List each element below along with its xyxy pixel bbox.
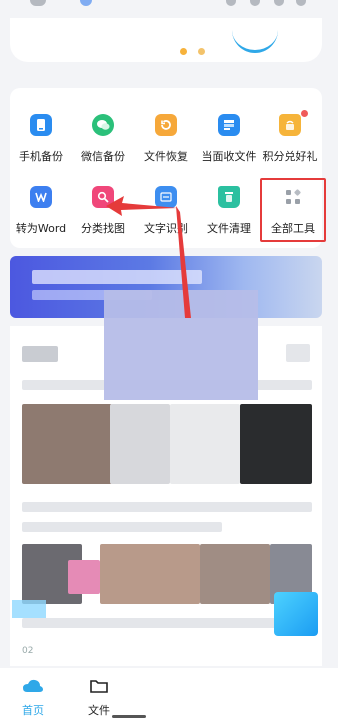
status-indicator xyxy=(80,0,92,6)
file-restore-icon xyxy=(155,114,177,136)
storage-ring-graphic xyxy=(232,28,278,53)
tool-label: 微信备份 xyxy=(81,150,125,163)
feed-avatar-placeholder xyxy=(22,346,58,362)
feed-text-placeholder xyxy=(22,502,312,512)
word-convert-icon xyxy=(30,186,52,208)
status-icon xyxy=(250,0,260,6)
feed-placeholder xyxy=(286,344,310,362)
status-bar xyxy=(0,0,338,12)
ocr-icon xyxy=(155,186,177,208)
feed-image-placeholder xyxy=(68,560,100,594)
nav-files[interactable]: 文件 xyxy=(74,678,124,718)
receive-file-icon xyxy=(218,114,240,136)
notification-dot xyxy=(301,110,308,117)
highlight-box xyxy=(260,178,326,242)
gift-bag-icon xyxy=(279,114,301,136)
tool-receive-file[interactable]: 当面收文件 xyxy=(196,114,262,174)
nav-home[interactable]: 首页 xyxy=(8,678,58,718)
tool-label: 转为Word xyxy=(15,222,67,235)
feed-image-placeholder xyxy=(100,544,200,604)
nav-home-label: 首页 xyxy=(22,704,44,717)
tool-phone-backup[interactable]: 手机备份 xyxy=(8,114,74,174)
tool-label: 手机备份 xyxy=(19,150,63,163)
tool-points-gift[interactable]: 积分兑好礼 xyxy=(257,114,323,174)
feed-image-placeholder xyxy=(200,544,270,604)
image-search-icon xyxy=(92,186,114,208)
floating-placeholder xyxy=(12,600,46,618)
cloud-home-icon xyxy=(23,679,43,692)
tool-wechat-backup[interactable]: 微信备份 xyxy=(70,114,136,174)
tool-label: 文字识别 xyxy=(144,222,188,235)
feed-date: 02 xyxy=(22,646,34,656)
home-indicator xyxy=(112,715,146,718)
wechat-backup-icon xyxy=(92,114,114,136)
status-icon xyxy=(274,0,284,6)
tool-image-search[interactable]: 分类找图 xyxy=(70,186,136,246)
status-icon xyxy=(226,0,236,6)
tool-ocr[interactable]: 文字识别 xyxy=(133,186,199,246)
tool-label: 文件恢复 xyxy=(144,150,188,163)
tool-label: 当面收文件 xyxy=(201,150,257,163)
banner-title-placeholder xyxy=(32,270,202,284)
folder-icon xyxy=(90,680,108,693)
tool-file-restore[interactable]: 文件恢复 xyxy=(133,114,199,174)
file-clean-icon xyxy=(218,186,240,208)
feed-text-placeholder xyxy=(22,522,222,532)
status-icon xyxy=(296,0,306,6)
feed-text-placeholder xyxy=(22,618,282,628)
floating-action-button[interactable] xyxy=(274,592,318,636)
feed-image-placeholder xyxy=(170,404,240,484)
tool-convert-word[interactable]: 转为Word xyxy=(8,186,74,246)
feed-image-placeholder xyxy=(22,404,112,484)
storage-summary-card[interactable] xyxy=(10,18,322,62)
phone-backup-icon xyxy=(30,114,52,136)
decor-dot xyxy=(180,48,187,55)
tool-label: 积分兑好礼 xyxy=(262,150,318,163)
redaction-overlay xyxy=(104,290,258,400)
feed-image-placeholder xyxy=(110,404,170,484)
tool-label: 文件清理 xyxy=(207,222,251,235)
tool-label: 分类找图 xyxy=(81,222,125,235)
decor-dot xyxy=(198,48,205,55)
status-signal xyxy=(30,0,46,6)
feed-image-placeholder xyxy=(240,404,312,484)
tool-file-clean[interactable]: 文件清理 xyxy=(196,186,262,246)
bottom-nav: 首页 文件 xyxy=(0,668,338,724)
